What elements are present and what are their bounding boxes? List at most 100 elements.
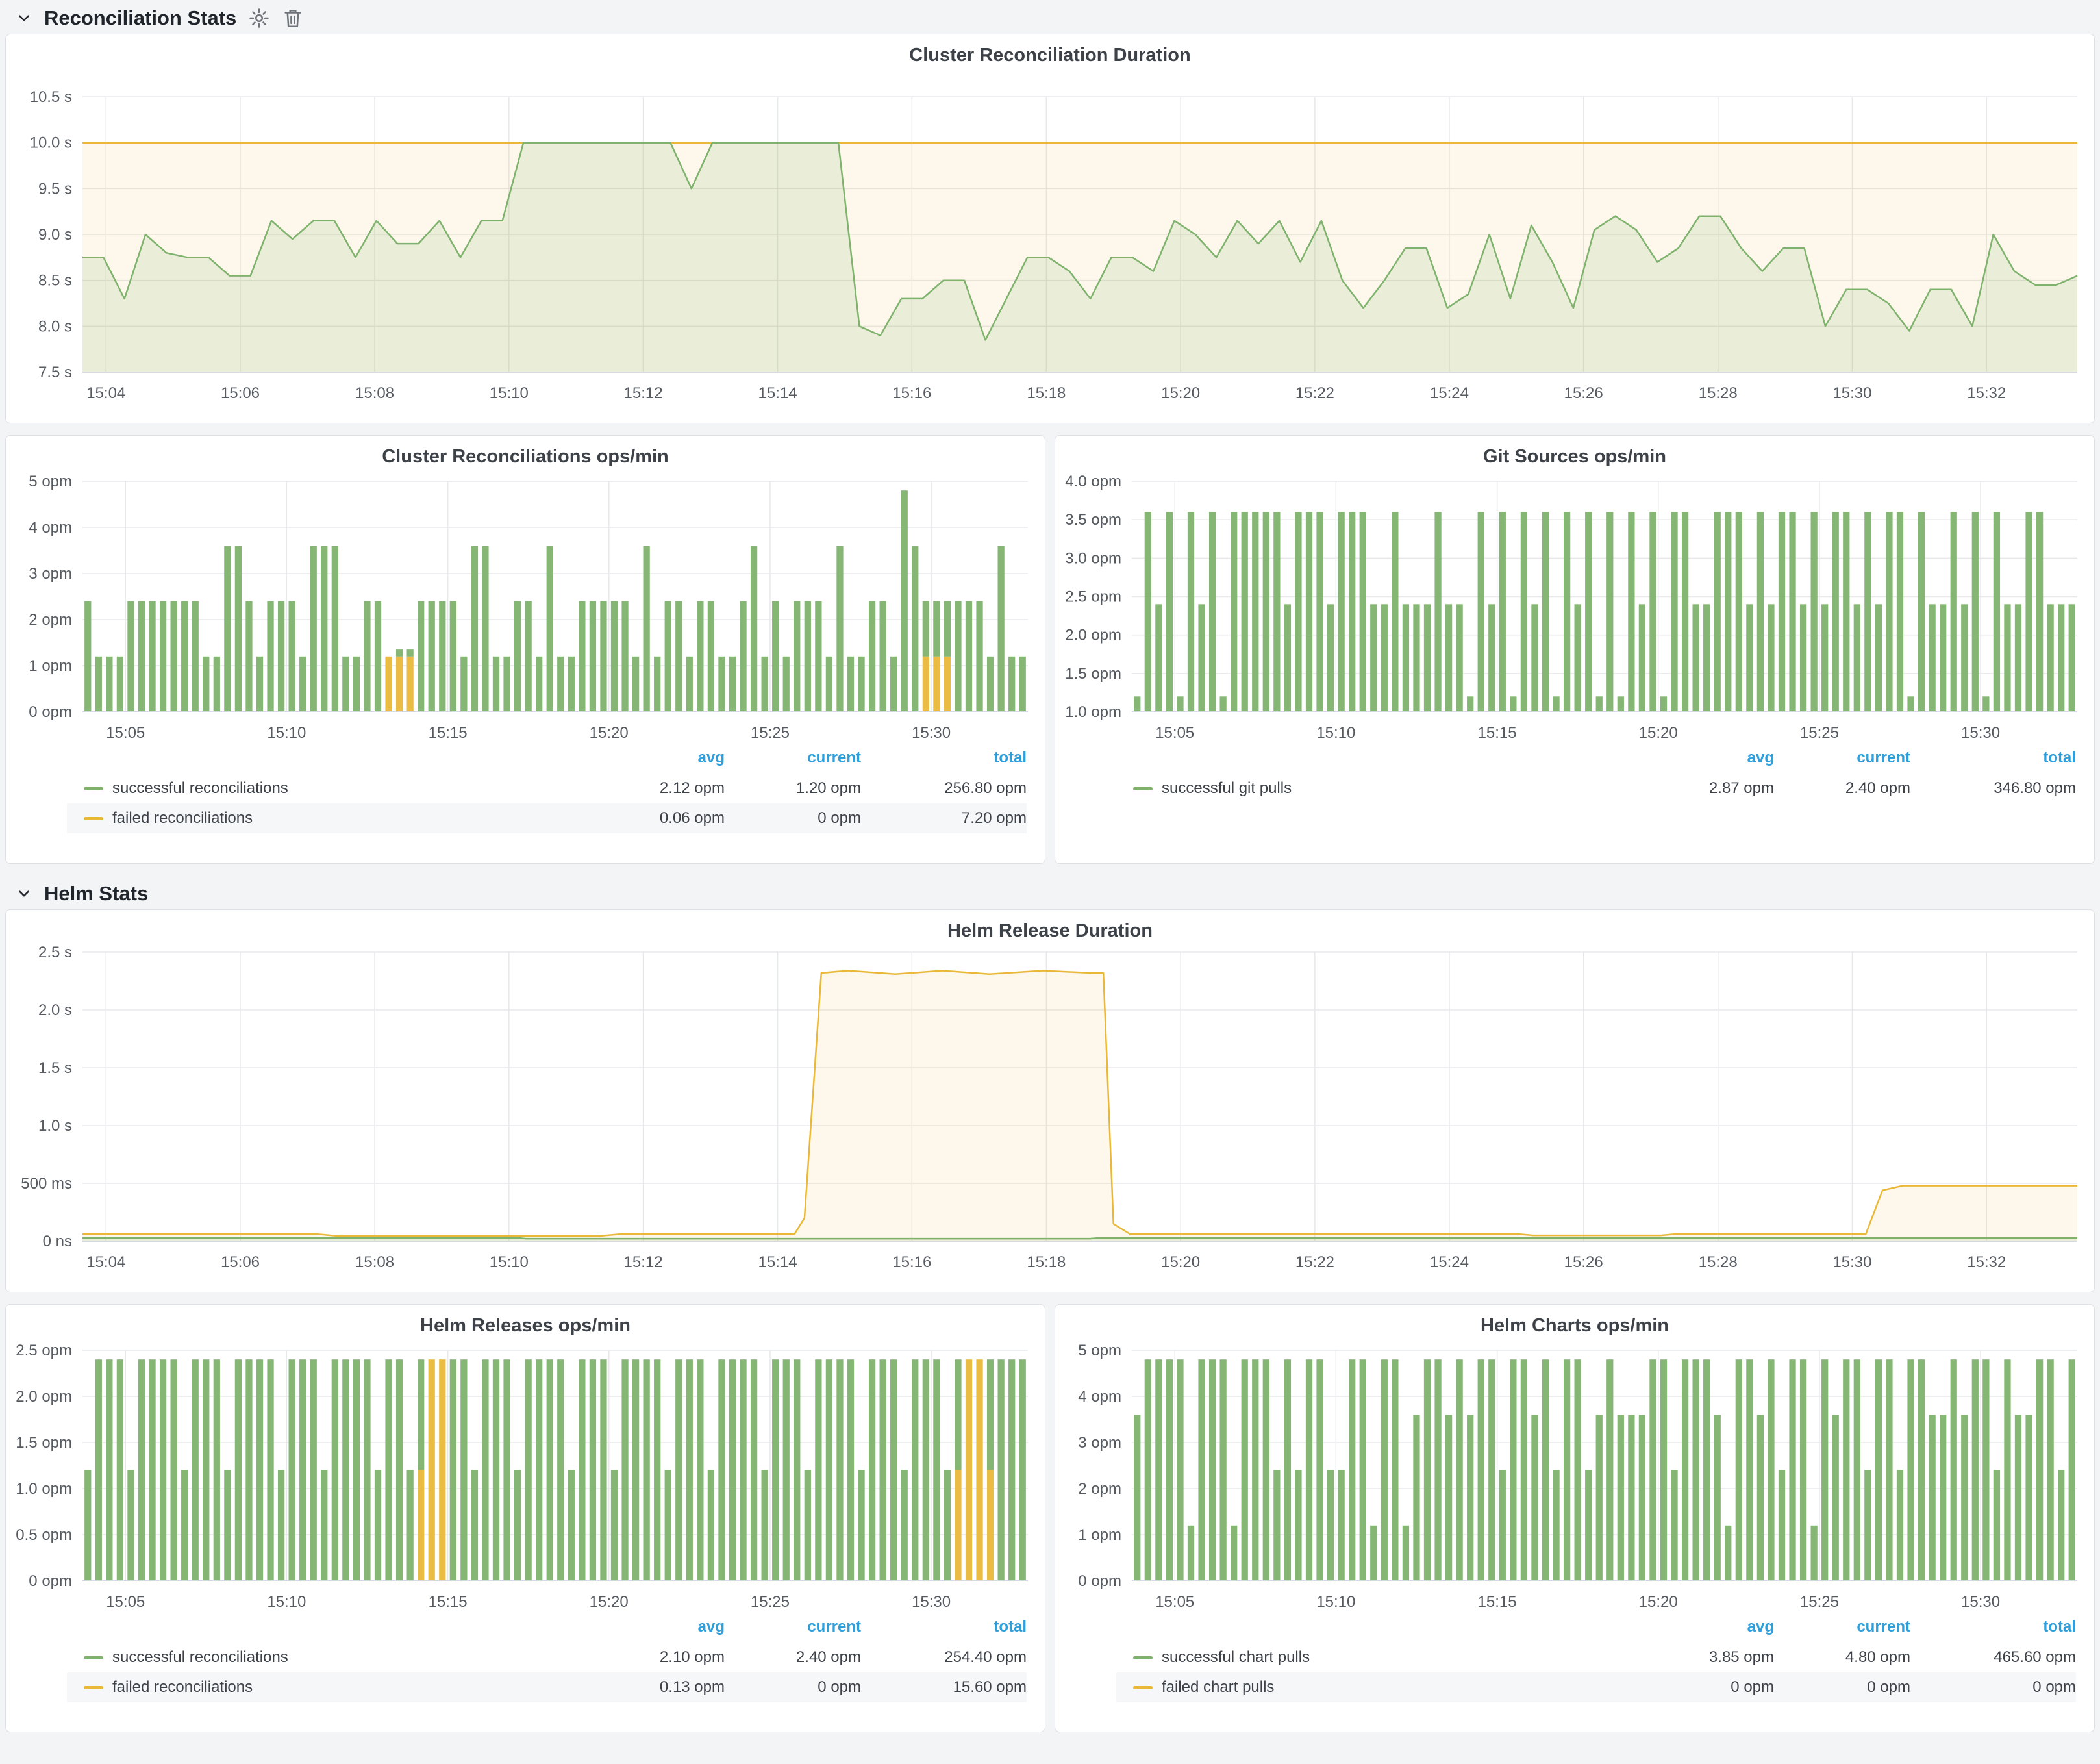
legend-row-successful-reconciliations[interactable]: successful reconciliations 2.10 opm 2.40… (67, 1643, 1027, 1672)
svg-text:15:30: 15:30 (1961, 1593, 2000, 1610)
svg-text:8.5 s: 8.5 s (38, 272, 72, 290)
svg-text:2 opm: 2 opm (1078, 1480, 1121, 1498)
series-label[interactable]: failed reconciliations (112, 1678, 253, 1696)
legend-row-failed-chart-pulls[interactable]: failed chart pulls 0 opm 0 opm 0 opm (1116, 1672, 2076, 1702)
legend-row-successful-git-pulls[interactable]: successful git pulls 2.87 opm 2.40 opm 3… (1116, 774, 2076, 803)
svg-text:15:32: 15:32 (1967, 1254, 2006, 1271)
svg-text:15:15: 15:15 (1478, 724, 1517, 741)
svg-text:15:15: 15:15 (429, 1593, 468, 1610)
svg-text:9.0 s: 9.0 s (38, 226, 72, 244)
svg-text:15:25: 15:25 (1800, 724, 1839, 741)
series-label[interactable]: successful git pulls (1162, 779, 1292, 798)
series-current: 0 opm (725, 1678, 861, 1696)
series-current: 2.40 opm (1774, 779, 1910, 798)
svg-text:15:30: 15:30 (912, 1593, 951, 1610)
svg-text:15:10: 15:10 (267, 724, 306, 741)
helm-charts-ops-chart[interactable]: 0 opm1 opm2 opm3 opm4 opm5 opm15:0515:10… (1055, 1305, 2094, 1610)
svg-text:15:18: 15:18 (1027, 384, 1066, 402)
legend-row-failed-reconciliations[interactable]: failed reconciliations 0.06 opm 0 opm 7.… (67, 803, 1027, 833)
trash-icon (282, 7, 304, 29)
svg-text:15:24: 15:24 (1430, 1254, 1469, 1271)
panel-cluster-reconciliations-ops: Cluster Reconciliations ops/min 0 opm1 o… (5, 435, 1045, 864)
svg-text:3 opm: 3 opm (29, 565, 72, 583)
series-label[interactable]: successful reconciliations (112, 779, 288, 798)
legend-row-successful-chart-pulls[interactable]: successful chart pulls 3.85 opm 4.80 opm… (1116, 1643, 2076, 1672)
row-settings-button[interactable] (248, 7, 270, 29)
legend: avg current total successful chart pulls… (1055, 1610, 2094, 1702)
svg-text:15:20: 15:20 (590, 724, 629, 741)
series-label[interactable]: failed reconciliations (112, 809, 253, 827)
legend-col-total[interactable]: total (861, 1618, 1027, 1636)
series-label[interactable]: failed chart pulls (1162, 1678, 1274, 1696)
svg-text:15:05: 15:05 (1155, 1593, 1194, 1610)
helm-release-duration-chart[interactable]: 0 ns500 ms1.0 s1.5 s2.0 s2.5 s15:0415:06… (6, 910, 2094, 1293)
legend-col-avg[interactable]: avg (588, 1618, 725, 1636)
svg-text:15:10: 15:10 (490, 384, 529, 402)
series-total: 7.20 opm (861, 809, 1027, 827)
svg-text:1 opm: 1 opm (29, 657, 72, 675)
svg-text:2.0 opm: 2.0 opm (1065, 627, 1121, 644)
legend-col-current[interactable]: current (1774, 749, 1910, 767)
panel-helm-charts-ops: Helm Charts ops/min 0 opm1 opm2 opm3 opm… (1055, 1304, 2095, 1732)
panel-title[interactable]: Cluster Reconciliation Duration (6, 45, 2094, 66)
legend-col-total[interactable]: total (1910, 1618, 2076, 1636)
svg-text:2.5 opm: 2.5 opm (1065, 588, 1121, 606)
series-color-dash (84, 817, 103, 820)
dashboard: Reconciliation Stats Cluster Reconciliat… (0, 0, 2100, 1732)
panel-title[interactable]: Cluster Reconciliations ops/min (6, 446, 1045, 468)
series-total: 465.60 opm (1910, 1648, 2076, 1667)
svg-text:5 opm: 5 opm (29, 473, 72, 490)
svg-text:15:25: 15:25 (1800, 1593, 1839, 1610)
svg-text:3.0 opm: 3.0 opm (1065, 549, 1121, 567)
series-label[interactable]: successful reconciliations (112, 1648, 288, 1667)
panel-cluster-reconciliation-duration: Cluster Reconciliation Duration 7.5 s8.0… (5, 34, 2095, 423)
legend-col-current[interactable]: current (1774, 1618, 1910, 1636)
legend-col-avg[interactable]: avg (1638, 1618, 1774, 1636)
svg-text:15:26: 15:26 (1564, 384, 1603, 402)
panel-title[interactable]: Helm Charts ops/min (1055, 1315, 2094, 1337)
section-title[interactable]: Helm Stats (44, 882, 148, 905)
section-title[interactable]: Reconciliation Stats (44, 6, 236, 30)
svg-text:15:16: 15:16 (892, 1254, 931, 1271)
helm-releases-ops-chart[interactable]: 0 opm0.5 opm1.0 opm1.5 opm2.0 opm2.5 opm… (6, 1305, 1045, 1610)
legend-row-successful-reconciliations[interactable]: successful reconciliations 2.12 opm 1.20… (67, 774, 1027, 803)
series-avg: 0.06 opm (588, 809, 725, 827)
legend-row-failed-reconciliations[interactable]: failed reconciliations 0.13 opm 0 opm 15… (67, 1672, 1027, 1702)
svg-text:9.5 s: 9.5 s (38, 180, 72, 197)
cluster-reconciliations-ops-chart[interactable]: 0 opm1 opm2 opm3 opm4 opm5 opm15:0515:10… (6, 436, 1045, 741)
series-avg: 2.12 opm (588, 779, 725, 798)
panel-title[interactable]: Helm Release Duration (6, 920, 2094, 942)
panel-title[interactable]: Helm Releases ops/min (6, 1315, 1045, 1337)
section-header-helm-stats: Helm Stats (5, 878, 2095, 909)
git-sources-ops-chart[interactable]: 1.0 opm1.5 opm2.0 opm2.5 opm3.0 opm3.5 o… (1055, 436, 2094, 741)
svg-text:15:06: 15:06 (221, 384, 260, 402)
series-color-dash (84, 1686, 103, 1689)
svg-text:2 opm: 2 opm (29, 611, 72, 629)
legend-col-current[interactable]: current (725, 749, 861, 767)
series-current: 4.80 opm (1774, 1648, 1910, 1667)
svg-text:15:20: 15:20 (1639, 724, 1678, 741)
chevron-down-icon[interactable] (16, 885, 32, 902)
legend-col-avg[interactable]: avg (588, 749, 725, 767)
svg-text:15:15: 15:15 (429, 724, 468, 741)
svg-text:4.0 opm: 4.0 opm (1065, 473, 1121, 490)
svg-text:15:30: 15:30 (1961, 724, 2000, 741)
series-color-dash (1133, 1656, 1153, 1659)
svg-text:15:25: 15:25 (751, 724, 790, 741)
legend-col-total[interactable]: total (1910, 749, 2076, 767)
row-delete-button[interactable] (282, 7, 304, 29)
series-current: 1.20 opm (725, 779, 861, 798)
legend-col-total[interactable]: total (861, 749, 1027, 767)
svg-text:15:12: 15:12 (624, 1254, 663, 1271)
cluster-reconciliation-duration-chart[interactable]: 7.5 s8.0 s8.5 s9.0 s9.5 s10.0 s10.5 s15:… (6, 34, 2094, 424)
svg-text:8.0 s: 8.0 s (38, 318, 72, 335)
svg-text:15:32: 15:32 (1967, 384, 2006, 402)
svg-text:0 opm: 0 opm (29, 1572, 72, 1590)
legend: avg current total successful reconciliat… (6, 741, 1045, 833)
legend-col-avg[interactable]: avg (1638, 749, 1774, 767)
series-label[interactable]: successful chart pulls (1162, 1648, 1310, 1667)
svg-text:15:14: 15:14 (758, 384, 797, 402)
legend-col-current[interactable]: current (725, 1618, 861, 1636)
chevron-down-icon[interactable] (16, 10, 32, 27)
panel-title[interactable]: Git Sources ops/min (1055, 446, 2094, 468)
